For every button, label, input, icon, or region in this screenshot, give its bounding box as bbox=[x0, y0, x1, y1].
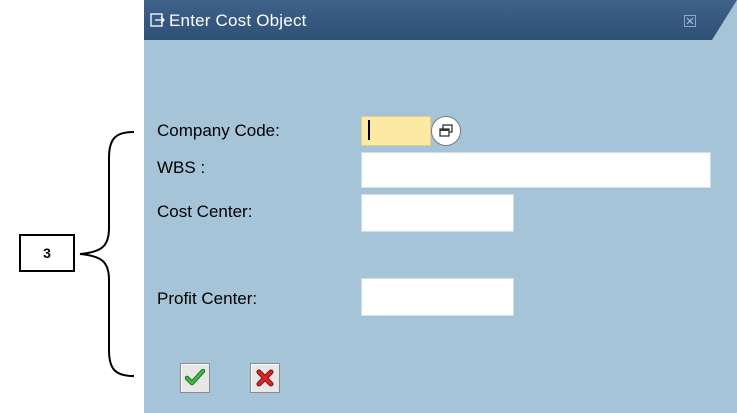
dialog-icon bbox=[150, 13, 165, 27]
company-code-label: Company Code: bbox=[157, 121, 280, 140]
cancel-button[interactable] bbox=[250, 363, 280, 393]
wbs-label: WBS : bbox=[157, 158, 206, 177]
curly-brace bbox=[79, 131, 135, 377]
search-help-icon bbox=[439, 124, 453, 137]
cost-center-label: Cost Center: bbox=[157, 202, 253, 221]
callout-number: 3 bbox=[43, 245, 51, 261]
close-icon[interactable] bbox=[684, 15, 696, 27]
confirm-button[interactable] bbox=[180, 363, 210, 393]
checkmark-icon bbox=[185, 369, 205, 386]
dialog-titlebar: Enter Cost Object bbox=[144, 0, 737, 40]
cross-icon bbox=[256, 369, 274, 387]
cost-center-input[interactable] bbox=[361, 194, 514, 232]
company-code-input[interactable] bbox=[361, 116, 431, 146]
profit-center-input[interactable] bbox=[361, 278, 514, 316]
wbs-input[interactable] bbox=[361, 152, 711, 188]
callout-number-box: 3 bbox=[19, 234, 75, 272]
profit-center-label: Profit Center: bbox=[157, 289, 258, 308]
dialog-title: Enter Cost Object bbox=[169, 11, 307, 30]
text-cursor bbox=[368, 120, 370, 140]
enter-cost-object-dialog: Enter Cost Object Company Code: WBS : Co… bbox=[144, 0, 737, 413]
search-help-button[interactable] bbox=[431, 116, 461, 146]
